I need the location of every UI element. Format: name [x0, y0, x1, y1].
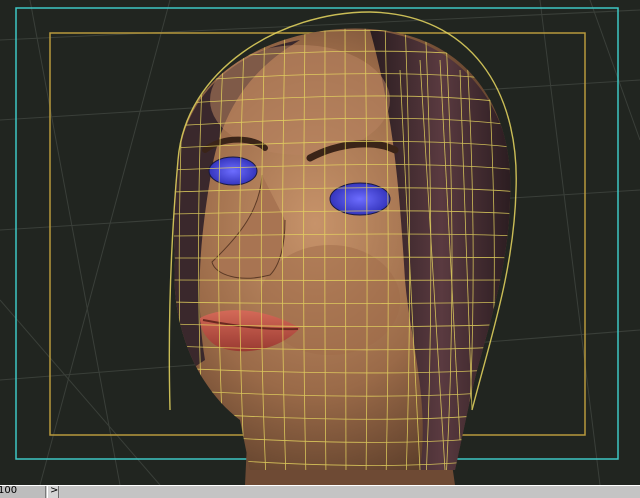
status-bar-fill [60, 486, 640, 498]
chevron-right-icon: > [50, 485, 59, 496]
eye-left [208, 156, 258, 186]
3d-viewport[interactable] [0, 0, 640, 485]
next-frame-button[interactable]: > [47, 485, 59, 498]
status-bar: 100 > [0, 485, 640, 498]
frame-value: 100 [0, 485, 18, 496]
frame-field[interactable]: 100 [0, 485, 46, 498]
viewport-canvas [0, 0, 640, 485]
